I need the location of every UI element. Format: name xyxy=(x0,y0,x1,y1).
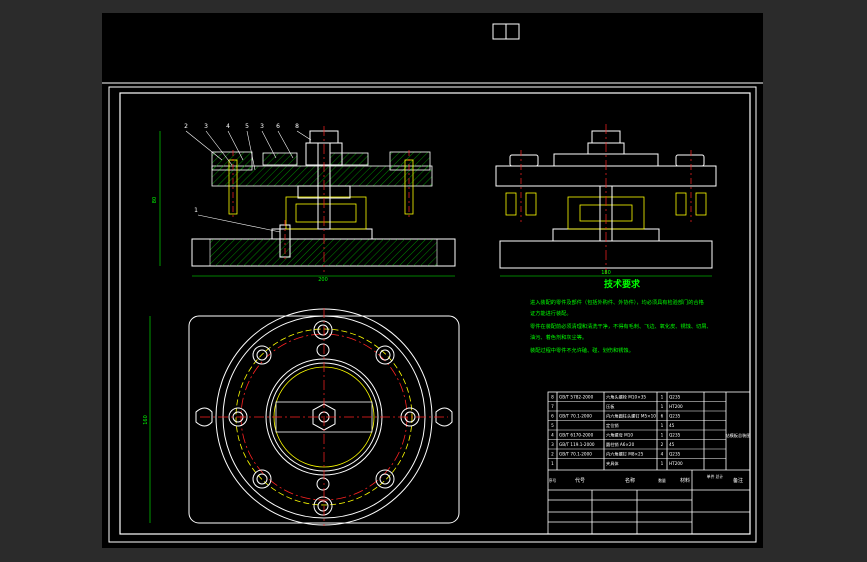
svg-text:3: 3 xyxy=(551,442,554,447)
side-width-dim: 180 xyxy=(601,270,611,276)
svg-text:备注: 备注 xyxy=(733,477,743,484)
svg-text:1: 1 xyxy=(661,395,664,400)
svg-text:夹具体: 夹具体 xyxy=(606,460,619,467)
svg-text:45: 45 xyxy=(669,442,675,447)
svg-text:六角头螺栓 M10×35: 六角头螺栓 M10×35 xyxy=(606,394,646,401)
svg-text:8: 8 xyxy=(551,395,554,400)
tech-req-line-1: 进入装配的零件及部件（包括外购件、外协件），均必须具有检验部门的合格 xyxy=(530,298,705,306)
svg-text:定位销: 定位销 xyxy=(606,422,619,429)
svg-text:单件 总计: 单件 总计 xyxy=(707,474,724,479)
svg-text:内六角螺钉 M8×25: 内六角螺钉 M8×25 xyxy=(606,451,644,458)
svg-text:5: 5 xyxy=(551,423,554,428)
svg-text:7: 7 xyxy=(551,404,554,409)
svg-text:4: 4 xyxy=(661,452,664,457)
svg-text:HT200: HT200 xyxy=(669,461,683,466)
bom-row-8: 8 GB/T 5782-2000 六角头螺栓 M10×35 1 Q235 xyxy=(551,394,680,401)
tech-req-line-3: 零件在装配前必须清理和清洗干净，不得有毛刺、飞边、氧化皮、锈蚀、切屑、 xyxy=(530,322,712,330)
svg-text:HT200: HT200 xyxy=(669,404,683,409)
svg-text:1: 1 xyxy=(661,423,664,428)
tech-req-line-2: 证方能进行装配。 xyxy=(530,309,572,317)
svg-text:GB/T 70.1-2000: GB/T 70.1-2000 xyxy=(559,452,592,457)
callout-3: 3 xyxy=(204,123,208,130)
callout-2: 2 xyxy=(184,123,188,130)
svg-text:45: 45 xyxy=(669,423,675,428)
svg-text:GB/T 6170-2000: GB/T 6170-2000 xyxy=(559,433,594,438)
svg-text:代号: 代号 xyxy=(575,477,585,484)
svg-text:内六角圆柱头螺钉 M5×10: 内六角圆柱头螺钉 M5×10 xyxy=(606,413,656,420)
svg-text:4: 4 xyxy=(551,433,554,438)
callout-4: 4 xyxy=(226,123,230,130)
bom-row-4: 4 GB/T 6170-2000 六角螺母 M10 1 Q235 xyxy=(551,432,680,439)
front-width-dim: 200 xyxy=(318,277,328,283)
tech-req-title: 技术要求 xyxy=(604,278,641,290)
svg-text:压板: 压板 xyxy=(606,403,615,410)
plan-height-dim: 160 xyxy=(143,415,149,425)
svg-text:Q235: Q235 xyxy=(669,414,681,419)
svg-text:材料: 材料 xyxy=(680,477,690,484)
callout-6: 6 xyxy=(276,123,280,130)
callout-1: 1 xyxy=(194,207,198,214)
callout-8: 8 xyxy=(295,123,299,130)
svg-text:2: 2 xyxy=(551,452,554,457)
svg-text:Q235: Q235 xyxy=(669,452,681,457)
callout-3b: 3 xyxy=(260,123,264,130)
svg-text:数量: 数量 xyxy=(658,478,666,483)
svg-text:6: 6 xyxy=(551,414,554,419)
svg-text:1: 1 xyxy=(551,461,554,466)
bom-row-2: 2 GB/T 70.1-2000 内六角螺钉 M8×25 4 Q235 xyxy=(551,451,680,458)
front-height-dim: 80 xyxy=(152,197,158,203)
svg-text:Q235: Q235 xyxy=(669,395,681,400)
svg-text:圆柱销 A6×20: 圆柱销 A6×20 xyxy=(606,441,635,448)
callout-5: 5 xyxy=(245,123,249,130)
svg-text:GB/T 5782-2000: GB/T 5782-2000 xyxy=(559,395,594,400)
svg-text:GB/T 70.1-2000: GB/T 70.1-2000 xyxy=(559,414,592,419)
bom-row-6: 6 GB/T 70.1-2000 内六角圆柱头螺钉 M5×10 6 Q235 xyxy=(551,413,680,420)
svg-text:1: 1 xyxy=(661,461,664,466)
svg-text:Q235: Q235 xyxy=(669,433,681,438)
tech-req-line-4: 油污、着色剂和灰尘等。 xyxy=(530,333,587,341)
cad-drawing-canvas: 2 3 4 5 3 6 8 1 200 80 180 160 技术要求 进入装配… xyxy=(102,13,763,548)
svg-text:1: 1 xyxy=(661,404,664,409)
svg-text:GB/T 119.1-2000: GB/T 119.1-2000 xyxy=(559,442,595,447)
svg-text:1: 1 xyxy=(661,433,664,438)
svg-text:名称: 名称 xyxy=(625,477,635,484)
svg-text:序号: 序号 xyxy=(549,478,557,483)
svg-text:6: 6 xyxy=(661,414,664,419)
tech-req-line-5: 装配过程中零件不允许磕、碰、划伤和锈蚀。 xyxy=(530,346,634,354)
svg-text:2: 2 xyxy=(661,442,664,447)
bom-side-note: 钻模板总装图 xyxy=(725,432,750,439)
svg-text:六角螺母 M10: 六角螺母 M10 xyxy=(606,432,633,439)
